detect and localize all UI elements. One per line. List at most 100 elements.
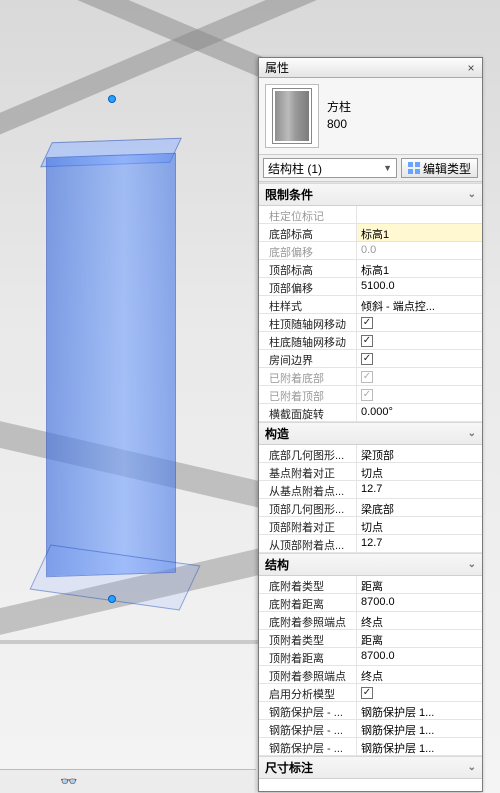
property-label: 钢筋保护层 - ... — [259, 738, 357, 755]
property-row[interactable]: 钢筋保护层 - ...钢筋保护层 1... — [259, 702, 482, 720]
property-row[interactable]: 顶部附着对正切点 — [259, 517, 482, 535]
view-icon[interactable]: 👓 — [60, 773, 77, 790]
property-row[interactable]: 已附着顶部 ✓ — [259, 386, 482, 404]
property-value[interactable]: 切点 — [357, 517, 482, 534]
property-value[interactable]: 距离 — [357, 576, 482, 593]
property-label: 顶部几何图形... — [259, 499, 357, 516]
property-value[interactable]: ✓ — [357, 386, 482, 403]
property-row[interactable]: 柱样式倾斜 - 端点控... — [259, 296, 482, 314]
property-value[interactable]: 5100.0 — [357, 278, 482, 295]
grip-top[interactable] — [108, 95, 116, 103]
property-value[interactable]: ✓ — [357, 314, 482, 331]
panel-title: 属性 — [265, 59, 289, 76]
property-value[interactable]: 0.000° — [357, 404, 482, 421]
property-value[interactable]: 钢筋保护层 1... — [357, 738, 482, 755]
category-header[interactable]: 结构⌄ — [259, 553, 482, 576]
property-value[interactable]: 标高1 — [357, 224, 482, 241]
category-label: 限制条件 — [265, 186, 313, 203]
panel-titlebar[interactable]: 属性 × — [259, 58, 482, 78]
property-row[interactable]: 底附着类型距离 — [259, 576, 482, 594]
property-value[interactable]: 标高1 — [357, 260, 482, 277]
property-value[interactable]: 钢筋保护层 1... — [357, 720, 482, 737]
status-bar: 👓 — [0, 769, 256, 793]
property-row[interactable]: 柱顶随轴网移动✓ — [259, 314, 482, 332]
property-grid[interactable]: 限制条件⌄柱定位标记底部标高标高1底部偏移0.0顶部标高标高1顶部偏移5100.… — [259, 182, 482, 791]
property-value[interactable]: ✓ — [357, 684, 482, 701]
property-row[interactable]: 顶附着距离8700.0 — [259, 648, 482, 666]
property-row[interactable]: 底部标高标高1 — [259, 224, 482, 242]
checkbox[interactable]: ✓ — [361, 317, 373, 329]
property-row[interactable]: 顶部偏移5100.0 — [259, 278, 482, 296]
property-row[interactable]: 已附着底部✓ — [259, 368, 482, 386]
property-value[interactable]: 0.0 — [357, 242, 482, 259]
type-selector[interactable]: 方柱 800 — [259, 78, 482, 155]
property-value[interactable]: 倾斜 - 端点控... — [357, 296, 482, 313]
property-label: 顶部标高 — [259, 260, 357, 277]
property-label: 底附着参照端点 — [259, 612, 357, 629]
property-value[interactable]: 12.7 — [357, 481, 482, 498]
category-header[interactable]: 构造⌄ — [259, 422, 482, 445]
property-label: 柱底随轴网移动 — [259, 332, 357, 349]
type-text: 方柱 800 — [327, 99, 351, 133]
property-label: 已附着底部 — [259, 368, 357, 385]
close-icon[interactable]: × — [464, 61, 478, 75]
property-value[interactable]: 8700.0 — [357, 648, 482, 665]
collapse-icon[interactable]: ⌄ — [468, 428, 476, 439]
property-value[interactable]: 终点 — [357, 612, 482, 629]
property-row[interactable]: 启用分析模型✓ — [259, 684, 482, 702]
property-row[interactable]: 钢筋保护层 - ...钢筋保护层 1... — [259, 738, 482, 756]
property-label: 柱样式 — [259, 296, 357, 313]
property-value[interactable]: ✓ — [357, 368, 482, 385]
property-label: 钢筋保护层 - ... — [259, 702, 357, 719]
property-value[interactable] — [357, 206, 482, 223]
selected-column[interactable] — [46, 153, 176, 578]
property-label: 房间边界 — [259, 350, 357, 367]
property-value[interactable]: 钢筋保护层 1... — [357, 702, 482, 719]
property-value[interactable]: 距离 — [357, 630, 482, 647]
checkbox[interactable]: ✓ — [361, 687, 373, 699]
property-row[interactable]: 顶部几何图形...梁底部 — [259, 499, 482, 517]
checkbox[interactable]: ✓ — [361, 335, 373, 347]
property-row[interactable]: 顶附着参照端点终点 — [259, 666, 482, 684]
property-value[interactable]: ✓ — [357, 350, 482, 367]
property-row[interactable]: 基点附着对正切点 — [259, 463, 482, 481]
property-row[interactable]: 顶部标高标高1 — [259, 260, 482, 278]
property-value[interactable]: 切点 — [357, 463, 482, 480]
property-row[interactable]: 底附着参照端点终点 — [259, 612, 482, 630]
property-value[interactable]: 12.7 — [357, 535, 482, 552]
property-row[interactable]: 柱底随轴网移动 ✓ — [259, 332, 482, 350]
property-label: 基点附着对正 — [259, 463, 357, 480]
checkbox: ✓ — [361, 389, 373, 401]
property-value[interactable]: 梁底部 — [357, 499, 482, 516]
property-row[interactable]: 从基点附着点...12.7 — [259, 481, 482, 499]
type-family: 方柱 — [327, 99, 351, 116]
property-row[interactable]: 顶附着类型距离 — [259, 630, 482, 648]
property-value[interactable]: 8700.0 — [357, 594, 482, 611]
property-row[interactable]: 底附着距离8700.0 — [259, 594, 482, 612]
grip-bottom[interactable] — [108, 595, 116, 603]
collapse-icon[interactable]: ⌄ — [468, 189, 476, 200]
property-row[interactable]: 柱定位标记 — [259, 206, 482, 224]
property-value[interactable]: ✓ — [357, 332, 482, 349]
collapse-icon[interactable]: ⌄ — [468, 559, 476, 570]
property-row[interactable]: 底部偏移0.0 — [259, 242, 482, 260]
element-filter-combo[interactable]: 结构柱 (1) ▼ — [263, 158, 397, 178]
filter-text: 结构柱 (1) — [268, 160, 322, 177]
property-row[interactable]: 从顶部附着点...12.7 — [259, 535, 482, 553]
property-row[interactable]: 横截面旋转0.000° — [259, 404, 482, 422]
property-row[interactable]: 底部几何图形...梁顶部 — [259, 445, 482, 463]
edit-type-button[interactable]: 编辑类型 — [401, 158, 478, 178]
property-row[interactable]: 钢筋保护层 - ...钢筋保护层 1... — [259, 720, 482, 738]
category-header[interactable]: 尺寸标注⌄ — [259, 756, 482, 779]
property-row[interactable]: 房间边界 ✓ — [259, 350, 482, 368]
collapse-icon[interactable]: ⌄ — [468, 762, 476, 773]
category-header[interactable]: 限制条件 ⌄ — [259, 183, 482, 206]
checkbox[interactable]: ✓ — [361, 353, 373, 365]
property-label: 顶附着类型 — [259, 630, 357, 647]
chevron-down-icon: ▼ — [383, 163, 392, 173]
property-value[interactable]: 终点 — [357, 666, 482, 683]
property-label: 已附着顶部 — [259, 386, 357, 403]
property-label: 底附着类型 — [259, 576, 357, 593]
edit-type-label: 编辑类型 — [423, 160, 471, 177]
property-value[interactable]: 梁顶部 — [357, 445, 482, 462]
